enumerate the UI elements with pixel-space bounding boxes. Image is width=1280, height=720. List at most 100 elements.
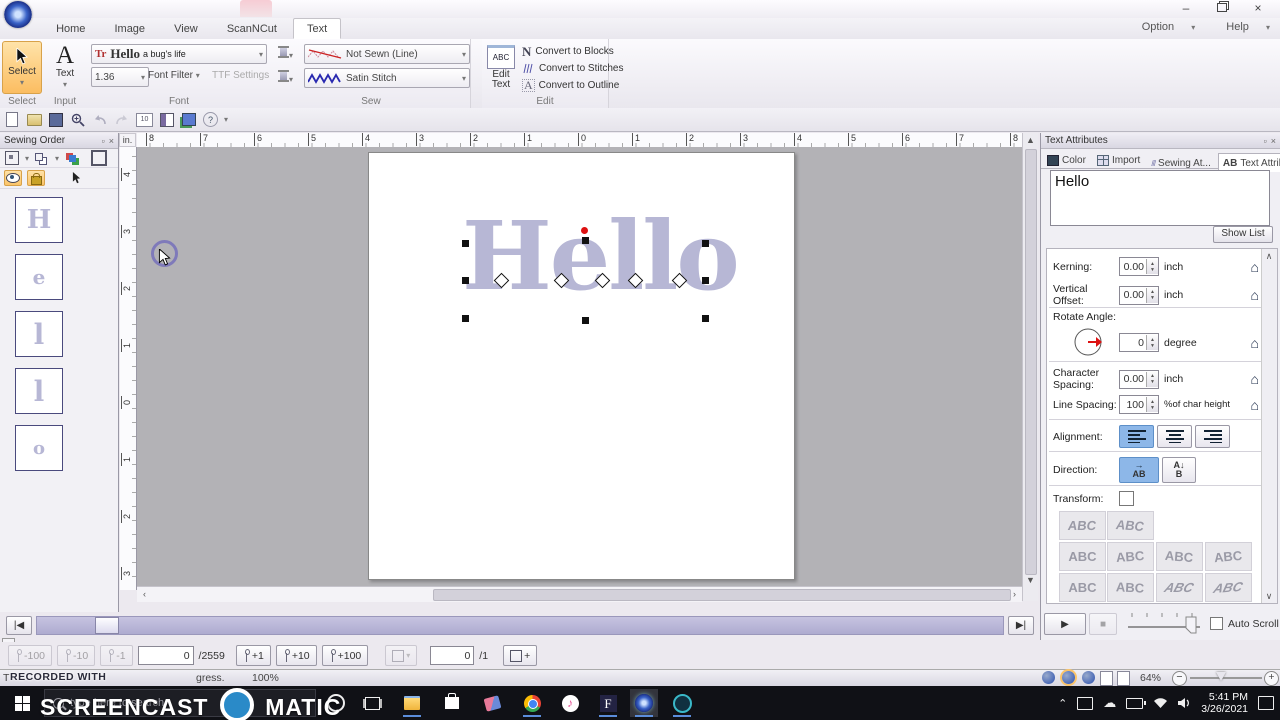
- frame-forward-button[interactable]: +: [503, 645, 537, 666]
- tab-import[interactable]: Import: [1093, 151, 1144, 169]
- design-page-icon[interactable]: [159, 112, 175, 128]
- selection-handle[interactable]: [462, 277, 469, 284]
- close-panel-icon[interactable]: ×: [1271, 136, 1276, 146]
- f-app-icon[interactable]: F: [594, 689, 622, 717]
- zoom-slider-handle[interactable]: [1216, 672, 1226, 681]
- pin-icon[interactable]: ▫: [1264, 136, 1267, 146]
- direction-horizontal-button[interactable]: →AB: [1119, 457, 1159, 483]
- pe-design-taskbar-icon[interactable]: [630, 689, 658, 717]
- stitch-slider-handle[interactable]: [95, 617, 119, 634]
- close-panel-icon[interactable]: ×: [109, 136, 114, 146]
- screencast-o-matic-icon[interactable]: [668, 689, 696, 717]
- design-canvas[interactable]: Hello: [137, 147, 1022, 586]
- transform-sample[interactable]: ABC: [1205, 573, 1252, 602]
- home-reset-icon[interactable]: ⌂: [1251, 259, 1259, 275]
- rotate-angle-input[interactable]: 0▲▼: [1119, 333, 1159, 352]
- properties-scrollbar[interactable]: ∧ ∨: [1261, 249, 1277, 603]
- selection-handle[interactable]: [582, 237, 589, 244]
- design-property-icon[interactable]: [1100, 671, 1116, 686]
- sewing-order-item[interactable]: H: [15, 197, 63, 243]
- line-sew-type-icon-button[interactable]: ▾: [278, 46, 293, 61]
- spinner-arrows-icon[interactable]: ▲▼: [1146, 288, 1158, 303]
- edit-text-button[interactable]: ABC EditText: [484, 42, 518, 92]
- horizontal-scrollbar[interactable]: ‹ ›: [137, 586, 1022, 602]
- tab-view[interactable]: View: [161, 19, 211, 38]
- selection-handle[interactable]: [702, 240, 709, 247]
- go-to-end-button[interactable]: ▶|: [1008, 616, 1034, 635]
- region-sew-type-icon-button[interactable]: ▾: [278, 70, 293, 85]
- pointer-icon[interactable]: [68, 171, 84, 185]
- itunes-icon[interactable]: ♪: [556, 689, 584, 717]
- volume-icon[interactable]: [1178, 697, 1191, 709]
- lock-icon[interactable]: [27, 170, 45, 186]
- sewing-order-item[interactable]: e: [15, 254, 63, 300]
- auto-scroll-option[interactable]: Auto Scroll: [1210, 617, 1279, 630]
- stitch-plus-1-button[interactable]: +1: [236, 645, 271, 666]
- design-settings-icon[interactable]: 10: [136, 113, 153, 127]
- stitch-view-icon[interactable]: [1060, 670, 1077, 686]
- select-frame-icon[interactable]: [4, 151, 20, 165]
- battery-icon[interactable]: [1126, 698, 1143, 709]
- spinner-arrows-icon[interactable]: ▲▼: [1146, 372, 1158, 387]
- stitch-minus-1-button[interactable]: -1: [100, 645, 132, 666]
- start-button[interactable]: [8, 689, 36, 717]
- stop-button[interactable]: ■: [1089, 613, 1117, 635]
- zoom-out-icon[interactable]: −: [1172, 671, 1187, 686]
- horizontal-scroll-thumb[interactable]: [433, 589, 1011, 601]
- vertical-offset-input[interactable]: 0.00▲▼: [1119, 286, 1159, 305]
- slider-handle[interactable]: [1186, 617, 1196, 633]
- close-button[interactable]: ×: [1244, 2, 1272, 16]
- convert-to-stitches-button[interactable]: Convert to Stitches: [522, 60, 623, 77]
- zoom-slider-track[interactable]: [1190, 677, 1262, 679]
- selection-handle[interactable]: [582, 317, 589, 324]
- scroll-down-icon[interactable]: ∨: [1262, 589, 1276, 603]
- line-spacing-input[interactable]: 100▲▼: [1119, 395, 1159, 414]
- open-file-icon[interactable]: [26, 112, 42, 128]
- font-size-select[interactable]: 1.36 ▾: [91, 67, 149, 87]
- show-list-button[interactable]: Show List: [1213, 226, 1273, 243]
- tab-home[interactable]: Home: [43, 19, 98, 38]
- transform-sample[interactable]: ABC: [1107, 511, 1154, 540]
- spinner-arrows-icon[interactable]: ▲▼: [1146, 335, 1158, 350]
- scroll-up-icon[interactable]: ∧: [1262, 249, 1276, 263]
- restore-button[interactable]: [1208, 2, 1236, 16]
- ttf-settings-button[interactable]: TTF Settings: [212, 70, 269, 81]
- text-input-area[interactable]: Hello: [1050, 170, 1270, 226]
- zoom-icon[interactable]: [70, 112, 86, 128]
- group-objects-icon[interactable]: [34, 151, 50, 165]
- tab-color[interactable]: Color: [1043, 151, 1090, 169]
- scroll-left-icon[interactable]: ‹: [137, 587, 152, 601]
- stitch-plus-10-button[interactable]: +10: [276, 645, 317, 666]
- convert-to-outline-button[interactable]: A Convert to Outline: [522, 77, 619, 94]
- minimize-button[interactable]: –: [1172, 2, 1200, 16]
- transform-sample[interactable]: ABC: [1059, 573, 1106, 602]
- font-family-select[interactable]: Tr Hello a bug's life ▾: [91, 44, 267, 64]
- line-sew-type-select[interactable]: Not Sewn (Line) ▾: [304, 44, 470, 64]
- task-view-icon[interactable]: [358, 689, 386, 717]
- selection-handle[interactable]: [702, 277, 709, 284]
- chrome-icon[interactable]: [518, 689, 546, 717]
- new-document-icon[interactable]: [4, 112, 20, 128]
- stitch-minus-10-button[interactable]: -10: [57, 645, 95, 666]
- solid-view-icon[interactable]: [1082, 671, 1098, 684]
- save-icon[interactable]: [48, 112, 64, 128]
- frame-edit-icon[interactable]: [91, 151, 107, 165]
- microsoft-store-icon[interactable]: [438, 689, 466, 717]
- transform-sample[interactable]: ABC: [1156, 542, 1203, 571]
- region-sew-type-select[interactable]: Satin Stitch ▾: [304, 68, 470, 88]
- home-reset-icon[interactable]: ⌂: [1251, 371, 1259, 387]
- options-icon[interactable]: [181, 112, 197, 128]
- align-left-button[interactable]: [1119, 425, 1154, 448]
- file-explorer-icon[interactable]: [398, 689, 426, 717]
- sewing-order-item[interactable]: l: [15, 311, 63, 357]
- selection-handle[interactable]: [702, 315, 709, 322]
- sewing-order-item[interactable]: o: [15, 425, 63, 471]
- toolbar-options-chevron-icon[interactable]: ▾: [224, 115, 228, 124]
- realistic-view-icon[interactable]: [1042, 671, 1058, 684]
- tab-text[interactable]: Text: [293, 18, 341, 39]
- stitch-slider-track[interactable]: [36, 616, 1004, 635]
- stitch-minus-100-button[interactable]: -100: [8, 645, 52, 666]
- tab-image[interactable]: Image: [101, 19, 158, 38]
- current-stitch-field[interactable]: 0: [138, 646, 194, 665]
- app-logo-icon[interactable]: [4, 1, 32, 28]
